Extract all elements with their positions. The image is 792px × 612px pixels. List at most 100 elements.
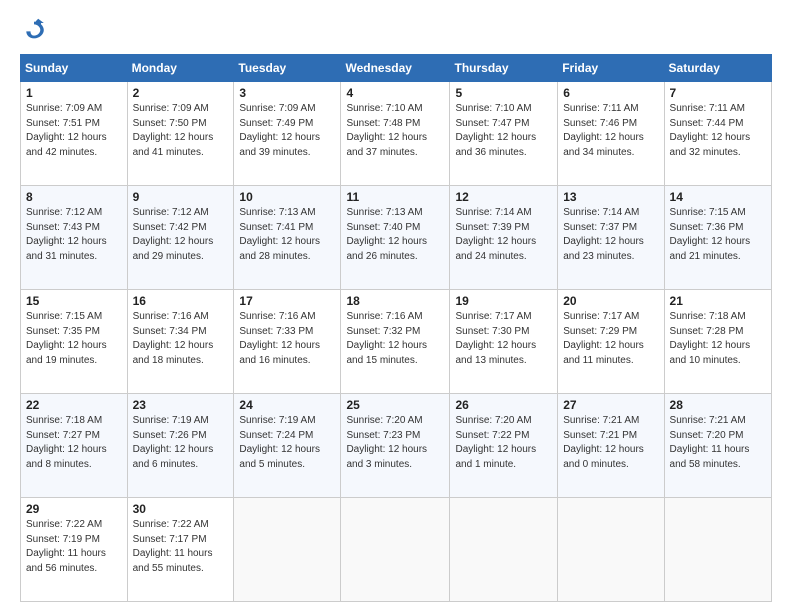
day-info: Sunrise: 7:18 AMSunset: 7:27 PMDaylight:…: [26, 414, 122, 472]
day-info: Sunrise: 7:09 AMSunset: 7:50 PMDaylight:…: [133, 102, 229, 160]
day-info: Sunrise: 7:20 AMSunset: 7:22 PMDaylight:…: [455, 414, 552, 472]
day-info: Sunrise: 7:15 AMSunset: 7:35 PMDaylight:…: [26, 310, 122, 368]
day-info: Sunrise: 7:21 AMSunset: 7:21 PMDaylight:…: [563, 414, 658, 472]
day-info: Sunrise: 7:09 AMSunset: 7:49 PMDaylight:…: [239, 102, 335, 160]
day-info: Sunrise: 7:11 AMSunset: 7:44 PMDaylight:…: [670, 102, 766, 160]
day-info: Sunrise: 7:17 AMSunset: 7:30 PMDaylight:…: [455, 310, 552, 368]
day-info: Sunrise: 7:10 AMSunset: 7:48 PMDaylight:…: [346, 102, 444, 160]
calendar-cell: 10 Sunrise: 7:13 AMSunset: 7:41 PMDayligh…: [234, 186, 341, 290]
day-info: Sunrise: 7:14 AMSunset: 7:39 PMDaylight:…: [455, 206, 552, 264]
day-info: Sunrise: 7:20 AMSunset: 7:23 PMDaylight:…: [346, 414, 444, 472]
day-info: Sunrise: 7:12 AMSunset: 7:42 PMDaylight:…: [133, 206, 229, 264]
calendar-cell: 3 Sunrise: 7:09 AMSunset: 7:49 PMDaylight…: [234, 82, 341, 186]
day-info: Sunrise: 7:13 AMSunset: 7:40 PMDaylight:…: [346, 206, 444, 264]
calendar-cell: 9 Sunrise: 7:12 AMSunset: 7:42 PMDaylight…: [127, 186, 234, 290]
day-info: Sunrise: 7:11 AMSunset: 7:46 PMDaylight:…: [563, 102, 658, 160]
calendar-cell: 1Sunrise: 7:09 AMSunset: 7:51 PMDaylight…: [21, 82, 128, 186]
day-number: 25: [346, 398, 444, 412]
calendar-cell: 2 Sunrise: 7:09 AMSunset: 7:50 PMDaylight…: [127, 82, 234, 186]
weekday-header-tuesday: Tuesday: [234, 55, 341, 82]
day-number: 12: [455, 190, 552, 204]
day-number: 26: [455, 398, 552, 412]
day-number: 15: [26, 294, 122, 308]
day-number: 13: [563, 190, 658, 204]
weekday-header-thursday: Thursday: [450, 55, 558, 82]
calendar-cell: 13 Sunrise: 7:14 AMSunset: 7:37 PMDayligh…: [558, 186, 664, 290]
calendar-cell: 12 Sunrise: 7:14 AMSunset: 7:39 PMDayligh…: [450, 186, 558, 290]
day-info: Sunrise: 7:22 AMSunset: 7:17 PMDaylight:…: [133, 518, 229, 576]
day-number: 9: [133, 190, 229, 204]
logo-icon: [20, 16, 48, 44]
calendar-cell: 26 Sunrise: 7:20 AMSunset: 7:22 PMDayligh…: [450, 394, 558, 498]
day-number: 17: [239, 294, 335, 308]
calendar-cell: [234, 498, 341, 602]
logo: [20, 16, 52, 44]
day-info: Sunrise: 7:13 AMSunset: 7:41 PMDaylight:…: [239, 206, 335, 264]
calendar-cell: 14 Sunrise: 7:15 AMSunset: 7:36 PMDayligh…: [664, 186, 771, 290]
page: SundayMondayTuesdayWednesdayThursdayFrid…: [0, 0, 792, 612]
calendar-cell: 11 Sunrise: 7:13 AMSunset: 7:40 PMDayligh…: [341, 186, 450, 290]
day-number: 16: [133, 294, 229, 308]
calendar-cell: 8Sunrise: 7:12 AMSunset: 7:43 PMDaylight…: [21, 186, 128, 290]
day-number: 19: [455, 294, 552, 308]
weekday-header-row: SundayMondayTuesdayWednesdayThursdayFrid…: [21, 55, 772, 82]
calendar-cell: 7 Sunrise: 7:11 AMSunset: 7:44 PMDaylight…: [664, 82, 771, 186]
calendar-cell: 23 Sunrise: 7:19 AMSunset: 7:26 PMDayligh…: [127, 394, 234, 498]
day-info: Sunrise: 7:21 AMSunset: 7:20 PMDaylight:…: [670, 414, 766, 472]
calendar-cell: 20Sunrise: 7:17 AMSunset: 7:29 PMDayligh…: [558, 290, 664, 394]
calendar-cell: 24Sunrise: 7:19 AMSunset: 7:24 PMDayligh…: [234, 394, 341, 498]
calendar-cell: [664, 498, 771, 602]
day-number: 5: [455, 86, 552, 100]
day-number: 14: [670, 190, 766, 204]
day-number: 20: [563, 294, 658, 308]
weekday-header-saturday: Saturday: [664, 55, 771, 82]
calendar-cell: [341, 498, 450, 602]
day-info: Sunrise: 7:22 AMSunset: 7:19 PMDaylight:…: [26, 518, 122, 576]
calendar-cell: 4 Sunrise: 7:10 AMSunset: 7:48 PMDaylight…: [341, 82, 450, 186]
day-info: Sunrise: 7:12 AMSunset: 7:43 PMDaylight:…: [26, 206, 122, 264]
day-info: Sunrise: 7:16 AMSunset: 7:34 PMDaylight:…: [133, 310, 229, 368]
day-info: Sunrise: 7:16 AMSunset: 7:33 PMDaylight:…: [239, 310, 335, 368]
calendar-cell: 28 Sunrise: 7:21 AMSunset: 7:20 PMDayligh…: [664, 394, 771, 498]
day-number: 2: [133, 86, 229, 100]
calendar-cell: [558, 498, 664, 602]
week-row-2: 8Sunrise: 7:12 AMSunset: 7:43 PMDaylight…: [21, 186, 772, 290]
day-number: 27: [563, 398, 658, 412]
calendar-cell: 22Sunrise: 7:18 AMSunset: 7:27 PMDayligh…: [21, 394, 128, 498]
calendar-cell: 19 Sunrise: 7:17 AMSunset: 7:30 PMDayligh…: [450, 290, 558, 394]
calendar-cell: 15 Sunrise: 7:15 AMSunset: 7:35 PMDayligh…: [21, 290, 128, 394]
day-number: 4: [346, 86, 444, 100]
week-row-3: 15 Sunrise: 7:15 AMSunset: 7:35 PMDayligh…: [21, 290, 772, 394]
day-number: 28: [670, 398, 766, 412]
day-info: Sunrise: 7:10 AMSunset: 7:47 PMDaylight:…: [455, 102, 552, 160]
day-number: 10: [239, 190, 335, 204]
calendar: SundayMondayTuesdayWednesdayThursdayFrid…: [20, 54, 772, 602]
week-row-5: 29 Sunrise: 7:22 AMSunset: 7:19 PMDayligh…: [21, 498, 772, 602]
calendar-cell: 27 Sunrise: 7:21 AMSunset: 7:21 PMDayligh…: [558, 394, 664, 498]
day-number: 21: [670, 294, 766, 308]
weekday-header-sunday: Sunday: [21, 55, 128, 82]
day-info: Sunrise: 7:15 AMSunset: 7:36 PMDaylight:…: [670, 206, 766, 264]
day-number: 30: [133, 502, 229, 516]
day-info: Sunrise: 7:14 AMSunset: 7:37 PMDaylight:…: [563, 206, 658, 264]
day-info: Sunrise: 7:18 AMSunset: 7:28 PMDaylight:…: [670, 310, 766, 368]
weekday-header-friday: Friday: [558, 55, 664, 82]
day-info: Sunrise: 7:19 AMSunset: 7:26 PMDaylight:…: [133, 414, 229, 472]
day-info: Sunrise: 7:16 AMSunset: 7:32 PMDaylight:…: [346, 310, 444, 368]
calendar-cell: 16 Sunrise: 7:16 AMSunset: 7:34 PMDayligh…: [127, 290, 234, 394]
weekday-header-monday: Monday: [127, 55, 234, 82]
day-info: Sunrise: 7:19 AMSunset: 7:24 PMDaylight:…: [239, 414, 335, 472]
day-number: 7: [670, 86, 766, 100]
calendar-cell: 25 Sunrise: 7:20 AMSunset: 7:23 PMDayligh…: [341, 394, 450, 498]
day-number: 23: [133, 398, 229, 412]
day-number: 29: [26, 502, 122, 516]
calendar-cell: 5 Sunrise: 7:10 AMSunset: 7:47 PMDaylight…: [450, 82, 558, 186]
calendar-cell: 17 Sunrise: 7:16 AMSunset: 7:33 PMDayligh…: [234, 290, 341, 394]
day-number: 1: [26, 86, 122, 100]
header: [20, 16, 772, 44]
weekday-header-wednesday: Wednesday: [341, 55, 450, 82]
day-number: 11: [346, 190, 444, 204]
day-number: 18: [346, 294, 444, 308]
calendar-cell: 30 Sunrise: 7:22 AMSunset: 7:17 PMDayligh…: [127, 498, 234, 602]
day-number: 3: [239, 86, 335, 100]
